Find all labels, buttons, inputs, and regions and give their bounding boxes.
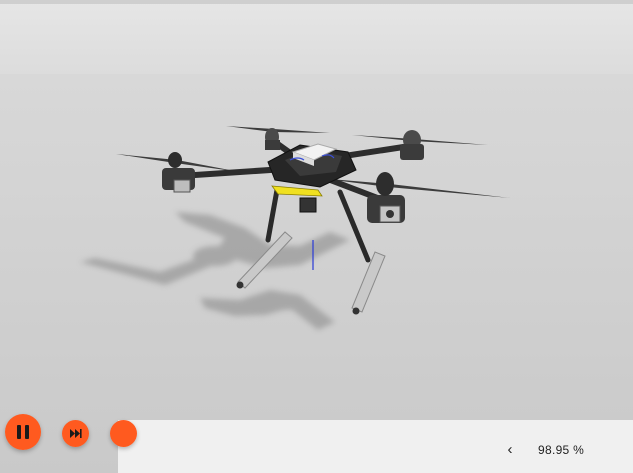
top-shade (0, 0, 633, 4)
partial-control-button[interactable] (110, 420, 137, 447)
real-time-factor: 98.95 % (538, 443, 585, 457)
ground-plane (0, 74, 633, 473)
collapse-chevron-icon[interactable]: ‹ (503, 441, 517, 459)
scene-canvas[interactable] (0, 0, 633, 473)
pause-button[interactable] (5, 414, 41, 450)
fast-forward-icon (62, 420, 89, 447)
control-circle-icon (110, 420, 137, 447)
fast-forward-button[interactable] (62, 420, 89, 447)
simulation-viewport[interactable] (0, 0, 633, 473)
pause-icon (5, 414, 41, 450)
camera (299, 197, 317, 213)
sky (0, 0, 633, 75)
